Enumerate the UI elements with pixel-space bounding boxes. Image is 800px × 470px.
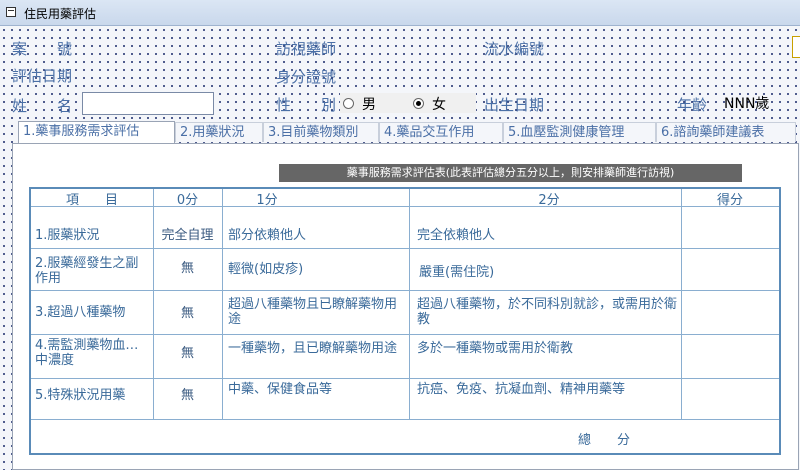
col-header-score: 得分: [716, 193, 743, 208]
row1-score0: 完全自理: [161, 228, 214, 243]
gender-male-radio[interactable]: [343, 98, 354, 109]
name-label: 姓 名: [12, 97, 73, 115]
assessment-banner: 藥事服務需求評估表(此表評估總分五分以上，則安排藥師進行訪視): [279, 164, 742, 182]
window-title: 住民用藥評估: [24, 7, 97, 21]
row3-score0: 無: [180, 306, 194, 321]
assessment-table: 項 目 0分 1分 2分 得分 1.服藥狀況 完全自理 部分依賴他人 完全依賴他…: [29, 187, 781, 455]
row1-score1: 部分依賴他人: [228, 228, 307, 243]
row4-score0: 無: [180, 346, 194, 361]
row2-score0: 無: [180, 261, 194, 276]
col-header-score1: 1分: [256, 193, 278, 208]
total-score-label: 總 分: [578, 433, 631, 448]
tab-pharmacist-advice[interactable]: 6.諮詢藥師建議表: [656, 122, 796, 142]
row5-score1: 中藥、保健食品等: [228, 382, 333, 397]
row5-item: 5.特殊狀況用藥: [35, 388, 126, 403]
gender-group: [340, 93, 476, 113]
row1-score2: 完全依賴他人: [417, 228, 496, 243]
row3-score2: 超過八種藥物，於不同科別就診，或需用於衛教: [417, 297, 678, 327]
assess-date-label: 評估日期: [12, 67, 73, 85]
row4-score2: 多於一種藥物或需用於衛教: [417, 341, 574, 356]
col-header-item: 項 目: [65, 193, 118, 208]
case-no-label: 案 號: [12, 40, 73, 58]
row5-score2: 抗癌、免疫、抗凝血劑、精神用藥等: [417, 382, 626, 397]
name-input[interactable]: [82, 92, 214, 115]
age-label: 年齡: [677, 96, 708, 114]
window-icon: [6, 7, 16, 17]
window-titlebar: 住民用藥評估: [0, 0, 800, 26]
row5-score0: 無: [180, 388, 194, 403]
row2-item: 2.服藥經發生之副作用: [35, 256, 139, 286]
age-value: NNN歲: [724, 96, 770, 112]
tab-bp-monitoring[interactable]: 5.血壓監測健康管理: [503, 122, 656, 142]
row3-item: 3.超過八種藥物: [35, 305, 126, 320]
gender-male-label: 男: [362, 97, 376, 113]
row4-score1: 一種藥物，且已瞭解藥物用途: [228, 341, 398, 356]
row1-item: 1.服藥狀況: [35, 228, 100, 243]
serial-no-label: 流水編號: [484, 40, 545, 58]
gender-female-radio[interactable]: [413, 98, 424, 109]
tab-drug-interactions[interactable]: 4.藥品交互作用: [379, 122, 503, 142]
row2-score2: 嚴重(需住院): [419, 265, 495, 280]
gender-label: 性 別: [276, 96, 337, 114]
row2-score1: 輕微(如皮疹): [228, 262, 304, 277]
id-no-label: 身分證號: [276, 68, 337, 86]
row3-score1: 超過八種藥物且已瞭解藥物用途: [228, 297, 398, 327]
tab-service-needs[interactable]: 1.藥事服務需求評估: [18, 121, 175, 143]
gender-female-label: 女: [432, 97, 446, 113]
tab-medication-status[interactable]: 2.用藥狀況: [175, 122, 263, 142]
serial-no-input[interactable]: [792, 36, 800, 58]
tab-drug-categories[interactable]: 3.目前藥物類別: [263, 122, 379, 142]
col-header-score2: 2分: [538, 193, 560, 208]
row4-item: 4.需監測藥物血…中濃度: [35, 338, 139, 368]
col-header-score0: 0分: [176, 193, 199, 208]
birth-date-label: 出生日期: [484, 96, 545, 114]
visit-pharmacist-label: 訪視藥師: [276, 40, 337, 58]
